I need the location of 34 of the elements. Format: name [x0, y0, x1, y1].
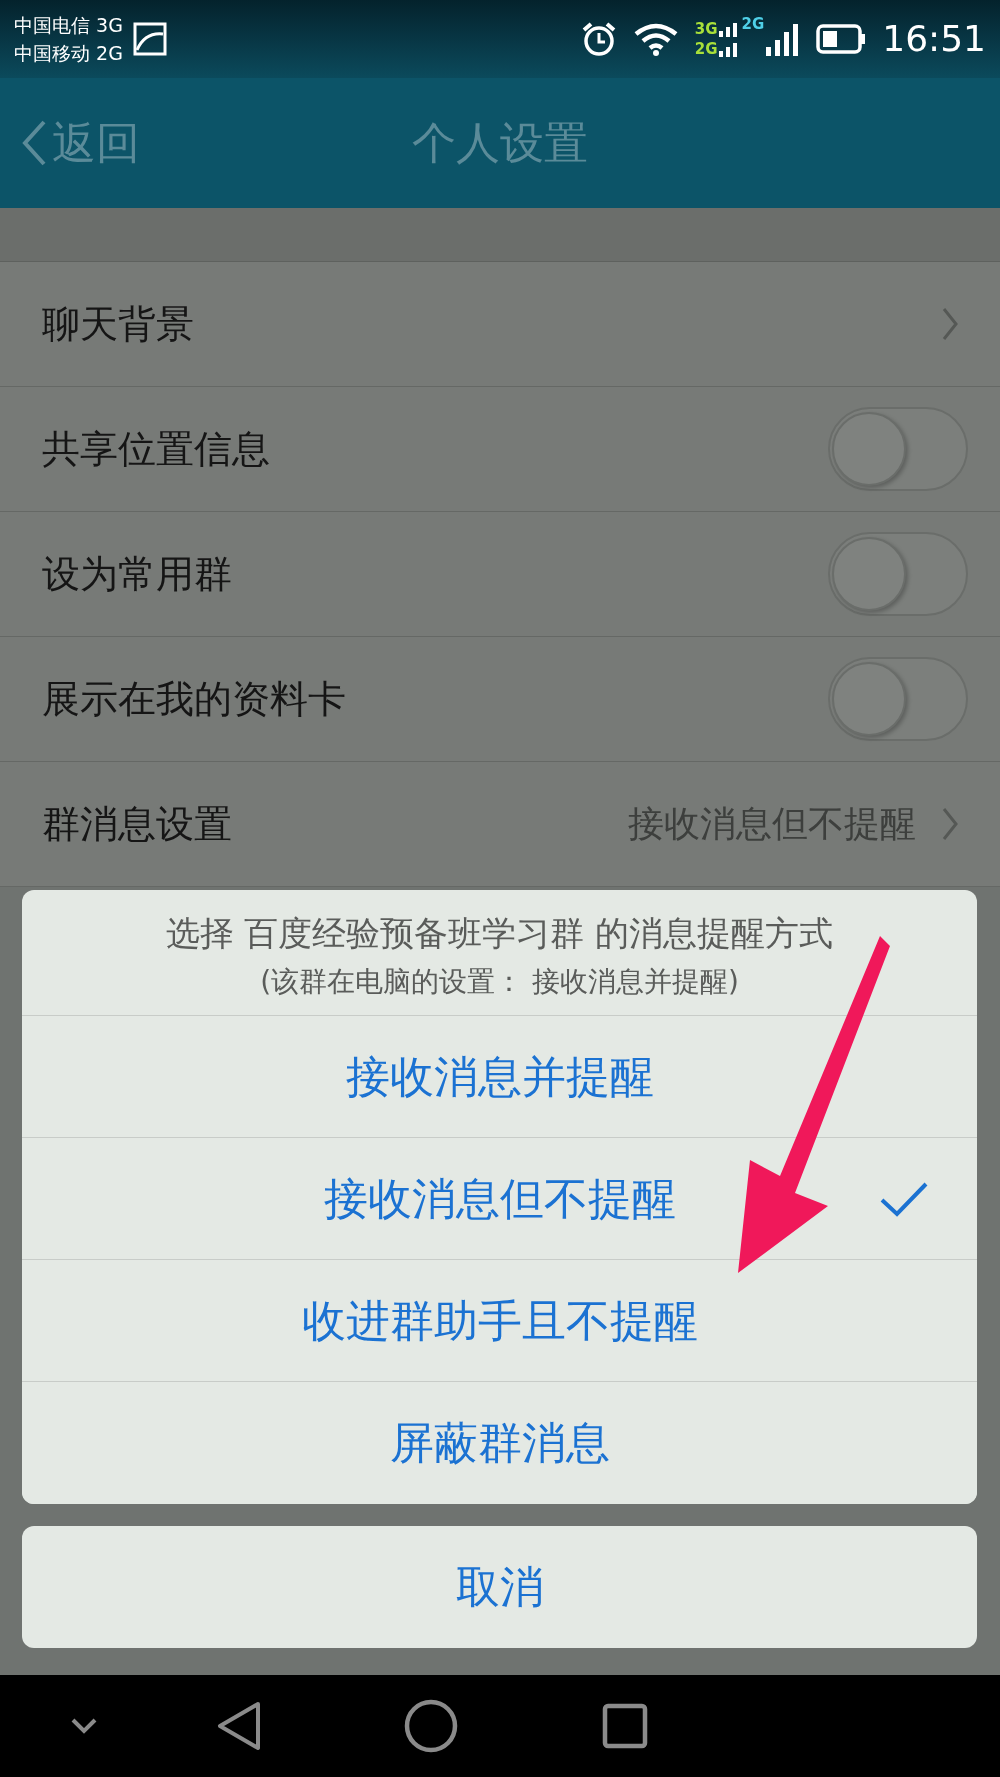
- settings-row[interactable]: 聊天背景: [0, 262, 1000, 387]
- back-chevron-icon: [20, 119, 48, 167]
- network-label: 2G: [741, 14, 765, 35]
- setting-label: 聊天背景: [42, 300, 194, 348]
- sheet-title: 选择 百度经验预备班学习群 的消息提醒方式: [164, 912, 835, 955]
- setting-value: 接收消息但不提醒: [628, 802, 916, 846]
- collapse-chevron-icon[interactable]: [70, 1717, 98, 1735]
- home-circle-icon[interactable]: [404, 1699, 458, 1753]
- back-triangle-icon[interactable]: [216, 1701, 262, 1751]
- back-button[interactable]: 返回: [0, 110, 140, 176]
- carrier-label: 中国电信 3G: [14, 13, 123, 38]
- chevron-right-icon: [942, 307, 958, 341]
- setting-label: 展示在我的资料卡: [42, 675, 346, 723]
- setting-label: 共享位置信息: [42, 425, 270, 473]
- chevron-right-icon: [942, 807, 958, 841]
- signal-icon: [764, 21, 801, 57]
- time-label: 16:51: [882, 17, 986, 61]
- recent-square-icon[interactable]: [602, 1703, 648, 1749]
- sheet-subtitle: (该群在电脑的设置： 接收消息并提醒): [259, 964, 740, 1000]
- network-label: 2G: [694, 39, 718, 59]
- settings-row[interactable]: 设为常用群: [0, 512, 1000, 637]
- page-title: 个人设置: [412, 117, 588, 168]
- network-label: 3G: [694, 19, 718, 39]
- settings-row[interactable]: 展示在我的资料卡: [0, 637, 1000, 762]
- image-icon: [132, 22, 167, 56]
- settings-row[interactable]: 群消息设置 接收消息但不提醒: [0, 762, 1000, 887]
- setting-label: 群消息设置: [42, 800, 232, 848]
- battery-icon: [816, 24, 867, 54]
- settings-row[interactable]: 共享位置信息: [0, 387, 1000, 512]
- carrier-label: 中国移动 2G: [14, 41, 123, 66]
- alarm-icon: [580, 21, 617, 57]
- setting-label: 设为常用群: [42, 550, 232, 598]
- cancel-button[interactable]: 取消: [22, 1526, 977, 1648]
- wifi-icon: [632, 22, 679, 56]
